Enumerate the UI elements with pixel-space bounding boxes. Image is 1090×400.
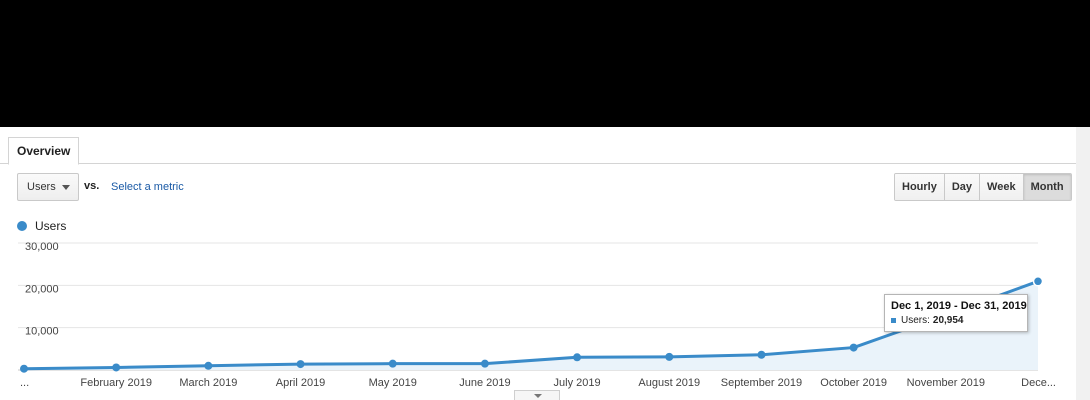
data-point bbox=[112, 363, 121, 372]
chart-tooltip: Dec 1, 2019 - Dec 31, 2019 Users: 20,954 bbox=[884, 294, 1028, 332]
chart-expander[interactable] bbox=[514, 390, 560, 400]
day-button[interactable]: Day bbox=[944, 174, 981, 200]
hourly-button[interactable]: Hourly bbox=[895, 174, 945, 200]
tooltip-row: Users: 20,954 bbox=[891, 315, 1021, 326]
data-point bbox=[757, 350, 766, 359]
black-header-band bbox=[0, 0, 1090, 127]
tooltip-title: Dec 1, 2019 - Dec 31, 2019 bbox=[891, 300, 1027, 312]
x-tick-label: June 2019 bbox=[459, 377, 510, 389]
x-tick-label: February 2019 bbox=[80, 377, 152, 389]
vs-label: vs. bbox=[84, 180, 100, 192]
x-tick-label: September 2019 bbox=[721, 377, 802, 389]
y-tick-label: 10,000 bbox=[25, 326, 59, 338]
y-tick-label: 20,000 bbox=[25, 283, 59, 295]
square-icon bbox=[891, 318, 896, 323]
x-tick-label: April 2019 bbox=[276, 377, 326, 389]
period-button-group: Hourly Day Week Month bbox=[894, 173, 1072, 201]
scrollbar-track[interactable] bbox=[1076, 127, 1090, 400]
data-point bbox=[665, 352, 674, 361]
caret-down-icon bbox=[62, 185, 70, 190]
data-point bbox=[1032, 276, 1044, 287]
tooltip-metric-label: Users: bbox=[901, 315, 930, 326]
metric-select-value: Users bbox=[27, 181, 56, 193]
x-tick-label: May 2019 bbox=[369, 377, 417, 389]
data-point bbox=[388, 359, 397, 368]
data-point bbox=[296, 360, 305, 369]
dot-icon bbox=[17, 221, 27, 231]
legend-label: Users bbox=[35, 219, 67, 233]
data-point bbox=[20, 364, 28, 373]
metric-select[interactable]: Users bbox=[17, 173, 79, 201]
x-tick-label: November 2019 bbox=[907, 377, 985, 389]
y-tick-label: 30,000 bbox=[25, 241, 59, 253]
x-tick-label: Dece... bbox=[1021, 377, 1056, 389]
data-point bbox=[204, 361, 213, 370]
x-tick-label: October 2019 bbox=[820, 377, 887, 389]
x-tick-label: ... bbox=[20, 377, 29, 389]
select-metric-link[interactable]: Select a metric bbox=[111, 181, 184, 193]
data-point bbox=[480, 359, 489, 368]
data-point bbox=[573, 353, 582, 362]
x-tick-label: August 2019 bbox=[638, 377, 700, 389]
tab-overview[interactable]: Overview bbox=[8, 137, 80, 165]
tab-bar: Overview bbox=[0, 127, 1076, 165]
data-point bbox=[849, 343, 858, 352]
x-tick-label: March 2019 bbox=[179, 377, 237, 389]
week-button[interactable]: Week bbox=[980, 174, 1024, 200]
tooltip-metric-value: 20,954 bbox=[932, 315, 964, 326]
x-tick-label: July 2019 bbox=[554, 377, 601, 389]
chart-legend: Users bbox=[17, 219, 66, 233]
caret-down-icon bbox=[534, 394, 542, 398]
month-button[interactable]: Month bbox=[1023, 174, 1071, 200]
